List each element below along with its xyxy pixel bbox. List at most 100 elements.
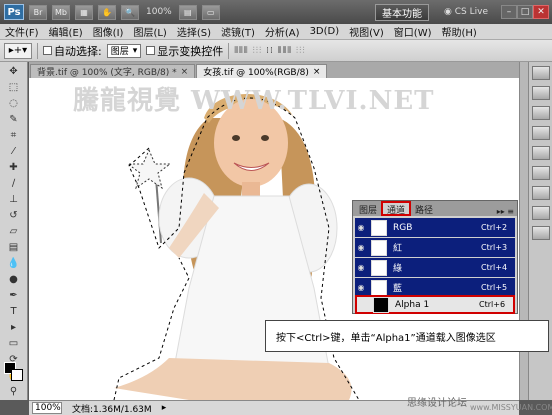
checkbox-box	[43, 45, 52, 55]
tab-girl-doc[interactable]: 女孩.tif @ 100%(RGB/8) ×	[196, 64, 328, 78]
channel-name: 綠	[393, 264, 403, 274]
shape-tool-icon[interactable]: ▭	[2, 336, 26, 350]
menu-edit[interactable]: 编辑(E)	[44, 24, 88, 39]
cs-live-button[interactable]: ◉ CS Live	[444, 7, 488, 17]
menu-image[interactable]: 图像(I)	[88, 24, 129, 39]
channel-name: Alpha 1	[395, 299, 430, 310]
view-extras-button[interactable]: ▦	[75, 4, 93, 20]
pen-tool-icon[interactable]: ✒	[2, 288, 26, 302]
chevron-down-icon: ▾	[132, 45, 138, 56]
show-transform-checkbox[interactable]: 显示变换控件	[146, 43, 223, 59]
channel-shortcut: Ctrl+3	[481, 243, 508, 252]
tab-label: 女孩.tif @ 100%(RGB/8)	[203, 68, 309, 78]
healing-tool-icon[interactable]: ✚	[2, 160, 26, 174]
channel-row-alpha1[interactable]: Alpha 1 Ctrl+6	[355, 295, 515, 314]
close-icon[interactable]: ×	[313, 67, 321, 77]
history-brush-tool-icon[interactable]: ↺	[2, 208, 26, 222]
eye-icon[interactable]: ◉	[355, 263, 367, 272]
menu-view[interactable]: 视图(V)	[344, 24, 389, 39]
actions-panel-icon[interactable]	[531, 186, 550, 200]
brush-tool-icon[interactable]: ∕	[2, 176, 26, 190]
layer-select-dropdown[interactable]: 图层 ▾	[106, 43, 142, 58]
menu-help[interactable]: 帮助(H)	[437, 24, 482, 39]
tab-background-doc[interactable]: 背景.tif @ 100% (文字, RGB/8) * ×	[30, 64, 196, 78]
swatches-panel-icon[interactable]	[531, 86, 550, 100]
marquee-tool-icon[interactable]: ⬚	[2, 80, 26, 94]
layer-select-value: 图层	[110, 47, 129, 57]
close-icon[interactable]: ✕	[533, 5, 549, 19]
tab-paths[interactable]: 路径	[411, 203, 437, 216]
panel-menu-icon[interactable]: ▸▸ ≡	[497, 207, 517, 216]
tools-panel: ✥ ⬚ ◌ ✎ ⌗ ⁄ ✚ ∕ ⊥ ↺ ▱ ▤ 💧 ● ✒ T ▸ ▭ ⟳ ✋ …	[0, 62, 28, 400]
menu-layer[interactable]: 图层(L)	[128, 24, 171, 39]
maximize-icon[interactable]: □	[517, 5, 533, 19]
channel-shortcut: Ctrl+6	[479, 300, 506, 309]
tab-label: 背景.tif @ 100% (文字, RGB/8) *	[37, 68, 177, 78]
auto-select-checkbox[interactable]: 自动选择:	[43, 43, 102, 59]
color-panel-icon[interactable]	[531, 66, 550, 80]
gradient-tool-icon[interactable]: ▤	[2, 240, 26, 254]
screen-mode-button[interactable]: ▭	[201, 4, 220, 20]
move-tool-preset[interactable]: ▸+▾	[4, 42, 32, 59]
menu-select[interactable]: 选择(S)	[172, 24, 216, 39]
channel-thumbnail	[371, 219, 387, 236]
zoom-tool-button[interactable]: 🔍	[121, 4, 139, 20]
arrange-documents-button[interactable]: ▤	[178, 4, 197, 20]
status-zoom-field[interactable]: 100%	[32, 402, 62, 414]
checkbox-box	[146, 45, 156, 55]
channel-row-rgb[interactable]: ◉ RGB Ctrl+2	[355, 218, 515, 237]
hand-tool-button[interactable]: ✋	[98, 4, 116, 20]
status-menu-arrow-icon[interactable]: ▸	[162, 403, 167, 413]
adjustments-panel-icon[interactable]	[531, 126, 550, 140]
divider	[37, 42, 38, 59]
menu-analysis[interactable]: 分析(A)	[260, 24, 305, 39]
divider	[228, 42, 230, 59]
menu-3d[interactable]: 3D(D)	[305, 26, 345, 37]
eye-icon[interactable]: ◉	[355, 283, 367, 292]
workspace-button[interactable]: 基本功能	[375, 3, 430, 21]
eye-icon[interactable]: ◉	[355, 243, 367, 252]
panel-tabs: 图层 通道 路径 ▸▸ ≡	[353, 201, 517, 216]
masks-panel-icon[interactable]	[531, 146, 550, 160]
tutorial-callout: 按下<Ctrl>键，单击“Alpha1”通道载入图像选区	[265, 320, 549, 352]
eraser-tool-icon[interactable]: ▱	[2, 224, 26, 238]
move-tool-icon[interactable]: ✥	[2, 64, 26, 78]
close-icon[interactable]: ×	[181, 67, 189, 77]
menu-window[interactable]: 窗口(W)	[389, 24, 437, 39]
info-panel-icon[interactable]	[531, 226, 550, 240]
eye-icon[interactable]: ◉	[355, 223, 367, 232]
channel-row-red[interactable]: ◉ 紅 Ctrl+3	[355, 238, 515, 257]
blur-tool-icon[interactable]: 💧	[2, 256, 26, 270]
channel-row-green[interactable]: ◉ 綠 Ctrl+4	[355, 258, 515, 277]
tab-channels[interactable]: 通道	[381, 201, 412, 216]
minimize-icon[interactable]: –	[501, 5, 517, 19]
align-buttons[interactable]: ⫴⫴⫴ ⫶⫶⫶ ⁞⁞ ⫴⫴⫴ ⫶⫶⫶	[234, 46, 305, 56]
minibridge-button[interactable]: Mb	[52, 4, 70, 20]
menu-file[interactable]: 文件(F)	[0, 24, 44, 39]
document-size-label[interactable]: 文档:1.36M/1.63M	[72, 402, 152, 415]
crop-tool-icon[interactable]: ⌗	[2, 128, 26, 142]
tab-layers[interactable]: 图层	[355, 203, 381, 216]
history-panel-icon[interactable]	[531, 166, 550, 180]
show-transform-label: 显示变换控件	[157, 44, 224, 58]
quick-select-tool-icon[interactable]: ✎	[2, 112, 26, 126]
path-select-tool-icon[interactable]: ▸	[2, 320, 26, 334]
zoom-tool-icon[interactable]: ⚲	[2, 384, 26, 398]
site-watermark-en: www.MISSYUAN.COM	[470, 403, 552, 412]
type-tool-icon[interactable]: T	[2, 304, 26, 318]
photoshop-logo: Ps	[4, 4, 24, 20]
bridge-button[interactable]: Br	[29, 4, 47, 20]
background-color-swatch[interactable]	[11, 369, 23, 381]
zoom-level[interactable]: 100%	[146, 7, 172, 17]
eyedropper-tool-icon[interactable]: ⁄	[2, 144, 26, 158]
channel-shortcut: Ctrl+5	[481, 283, 508, 292]
styles-panel-icon[interactable]	[531, 106, 550, 120]
3d-panel-icon[interactable]	[531, 206, 550, 220]
lasso-tool-icon[interactable]: ◌	[2, 96, 26, 110]
dodge-tool-icon[interactable]: ●	[2, 272, 26, 286]
auto-select-label: 自动选择:	[54, 44, 102, 58]
window-controls: – □ ✕	[501, 5, 549, 19]
channel-name: RGB	[393, 222, 413, 233]
menu-filter[interactable]: 滤镜(T)	[216, 24, 260, 39]
clone-stamp-tool-icon[interactable]: ⊥	[2, 192, 26, 206]
